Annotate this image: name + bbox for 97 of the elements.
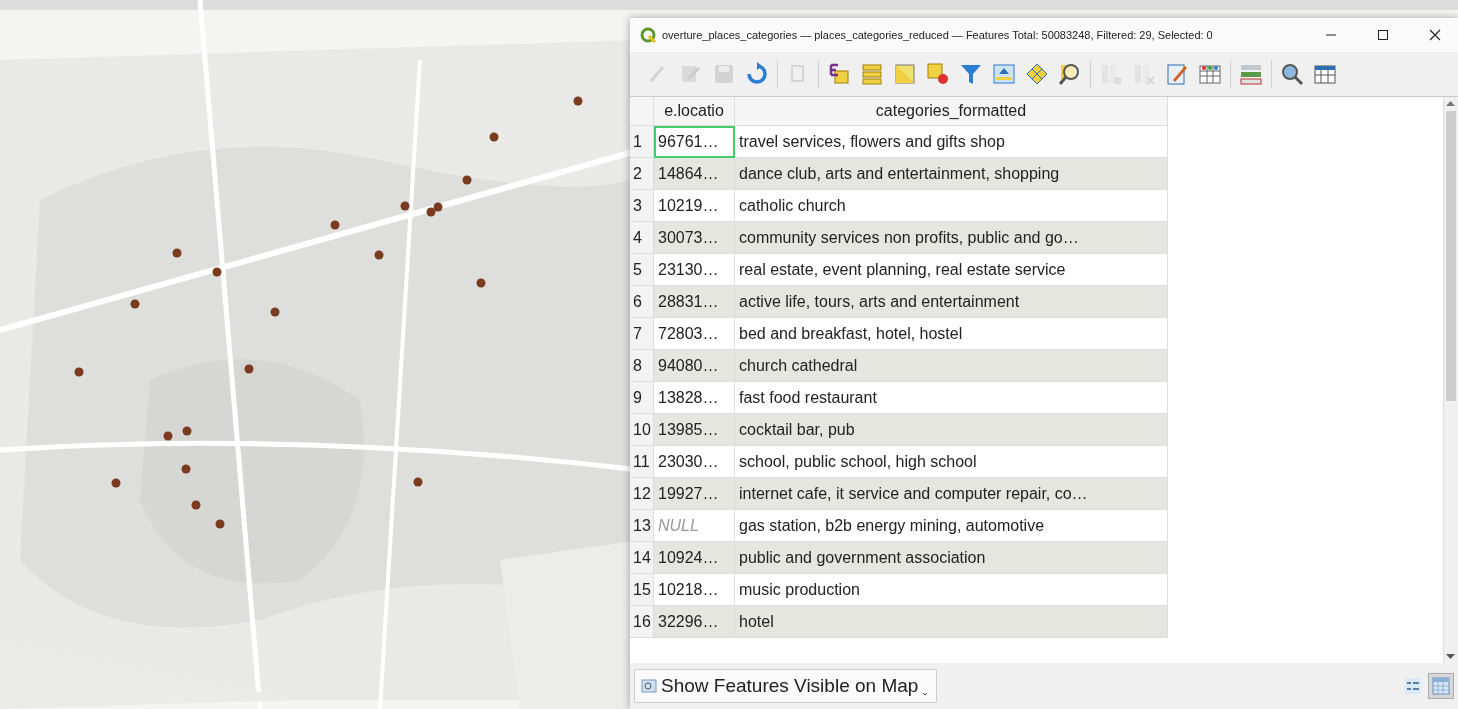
map-point bbox=[182, 426, 192, 436]
table-cell: 23130… bbox=[653, 253, 735, 286]
row-number[interactable]: 5 bbox=[630, 253, 654, 286]
map-point bbox=[374, 250, 384, 260]
row-number[interactable]: 2 bbox=[630, 157, 654, 190]
table-cell: catholic church bbox=[734, 189, 1168, 222]
calculator-pencil-icon[interactable] bbox=[1165, 62, 1189, 86]
map-point bbox=[400, 201, 410, 211]
row-number[interactable]: 13 bbox=[630, 509, 654, 542]
table-cell: church cathedral bbox=[734, 349, 1168, 382]
table-cell: 10218… bbox=[653, 573, 735, 606]
table-cell: 94080… bbox=[653, 349, 735, 382]
move-up-icon[interactable] bbox=[992, 62, 1016, 86]
expression-icon[interactable] bbox=[827, 62, 851, 86]
app-logo-icon bbox=[640, 27, 656, 43]
table-cell: 13828… bbox=[653, 381, 735, 414]
filter-icon[interactable] bbox=[959, 62, 983, 86]
map-point bbox=[215, 519, 225, 529]
table-cell: internet cafe, it service and computer repair, co… bbox=[734, 477, 1168, 510]
table-cell: active life, tours, arts and entertainment bbox=[734, 285, 1168, 318]
table-cell: 19927… bbox=[653, 477, 735, 510]
map-point bbox=[191, 500, 201, 510]
map-point bbox=[130, 299, 140, 309]
table-dots-icon[interactable] bbox=[1198, 62, 1222, 86]
map-point bbox=[462, 175, 472, 185]
row-number[interactable]: 7 bbox=[630, 317, 654, 350]
column-header[interactable]: categories_formatted bbox=[734, 97, 1168, 126]
null-cell: NULL bbox=[653, 509, 735, 542]
row-number[interactable]: 1 bbox=[630, 125, 654, 158]
row-number[interactable]: 3 bbox=[630, 189, 654, 222]
close-icon bbox=[1429, 29, 1441, 41]
map-point bbox=[172, 248, 182, 258]
map-point bbox=[244, 364, 254, 374]
column-header[interactable]: e.locatio bbox=[653, 97, 735, 126]
row-number[interactable]: 15 bbox=[630, 573, 654, 606]
row-number[interactable]: 4 bbox=[630, 221, 654, 254]
table-cell: community services non profits, public and go… bbox=[734, 221, 1168, 254]
table-cell: 30073… bbox=[653, 221, 735, 254]
map-point bbox=[573, 96, 583, 106]
row-number[interactable]: 12 bbox=[630, 477, 654, 510]
table-cell: 14864… bbox=[653, 157, 735, 190]
table-cell: dance club, arts and entertainment, shopping bbox=[734, 157, 1168, 190]
columns-icon[interactable] bbox=[1239, 62, 1263, 86]
table-cell: 13985… bbox=[653, 413, 735, 446]
map-point bbox=[181, 464, 191, 474]
table-cell: real estate, event planning, real estate service bbox=[734, 253, 1168, 286]
map-filter-icon bbox=[641, 678, 657, 694]
map-point bbox=[111, 478, 121, 488]
table-cell: 10219… bbox=[653, 189, 735, 222]
reload-icon[interactable] bbox=[745, 62, 769, 86]
table-cell: public and government association bbox=[734, 541, 1168, 574]
map-point bbox=[476, 278, 486, 288]
table-cell: 10924… bbox=[653, 541, 735, 574]
table-cell: gas station, b2b energy mining, automotive bbox=[734, 509, 1168, 542]
map-point bbox=[163, 431, 173, 441]
maximize-icon bbox=[1377, 29, 1389, 41]
map-point bbox=[413, 477, 423, 487]
window-title: overture_places_categories — places_categories_reduced — Features Total: 50083248, Filtered: 29, Selected: 0 bbox=[662, 29, 1214, 41]
invert-icon[interactable] bbox=[893, 62, 917, 86]
deselect-icon[interactable] bbox=[926, 62, 950, 86]
caret-icon bbox=[922, 692, 929, 696]
vertical-scrollbar[interactable] bbox=[1443, 97, 1458, 663]
map-point bbox=[74, 367, 84, 377]
map-point bbox=[489, 132, 499, 142]
row-number[interactable]: 14 bbox=[630, 541, 654, 574]
table-cell: 96761… bbox=[653, 125, 735, 158]
scroll-down-icon[interactable] bbox=[1446, 653, 1455, 660]
table-icon[interactable] bbox=[1313, 62, 1337, 86]
table-cell: 72803… bbox=[653, 317, 735, 350]
table-cell: 32296… bbox=[653, 605, 735, 638]
table-cell: 23030… bbox=[653, 445, 735, 478]
rows-icon[interactable] bbox=[860, 62, 884, 86]
table-cell: 28831… bbox=[653, 285, 735, 318]
row-number[interactable]: 9 bbox=[630, 381, 654, 414]
pan-icon[interactable] bbox=[1025, 62, 1049, 86]
map-point bbox=[330, 220, 340, 230]
table-view-button[interactable] bbox=[1428, 673, 1454, 699]
table-cell: fast food restaurant bbox=[734, 381, 1168, 414]
search-icon[interactable] bbox=[1280, 62, 1304, 86]
row-number[interactable]: 11 bbox=[630, 445, 654, 478]
table-cell: music production bbox=[734, 573, 1168, 606]
table-cell: bed and breakfast, hotel, hostel bbox=[734, 317, 1168, 350]
row-number[interactable]: 16 bbox=[630, 605, 654, 638]
table-cell: school, public school, high school bbox=[734, 445, 1168, 478]
table-cell: travel services, flowers and gifts shop bbox=[734, 125, 1168, 158]
map-point bbox=[433, 202, 443, 212]
table-cell: hotel bbox=[734, 605, 1168, 638]
filter-dropdown-button[interactable]: Show Features Visible on Map bbox=[634, 669, 938, 703]
zoom-icon[interactable] bbox=[1058, 62, 1082, 86]
row-number[interactable]: 10 bbox=[630, 413, 654, 446]
row-number[interactable]: 8 bbox=[630, 349, 654, 382]
map-point bbox=[212, 267, 222, 277]
scroll-up-icon[interactable] bbox=[1446, 100, 1455, 107]
table-cell: cocktail bar, pub bbox=[734, 413, 1168, 446]
map-point bbox=[426, 207, 436, 217]
map-point bbox=[270, 307, 280, 317]
row-number[interactable]: 6 bbox=[630, 285, 654, 318]
